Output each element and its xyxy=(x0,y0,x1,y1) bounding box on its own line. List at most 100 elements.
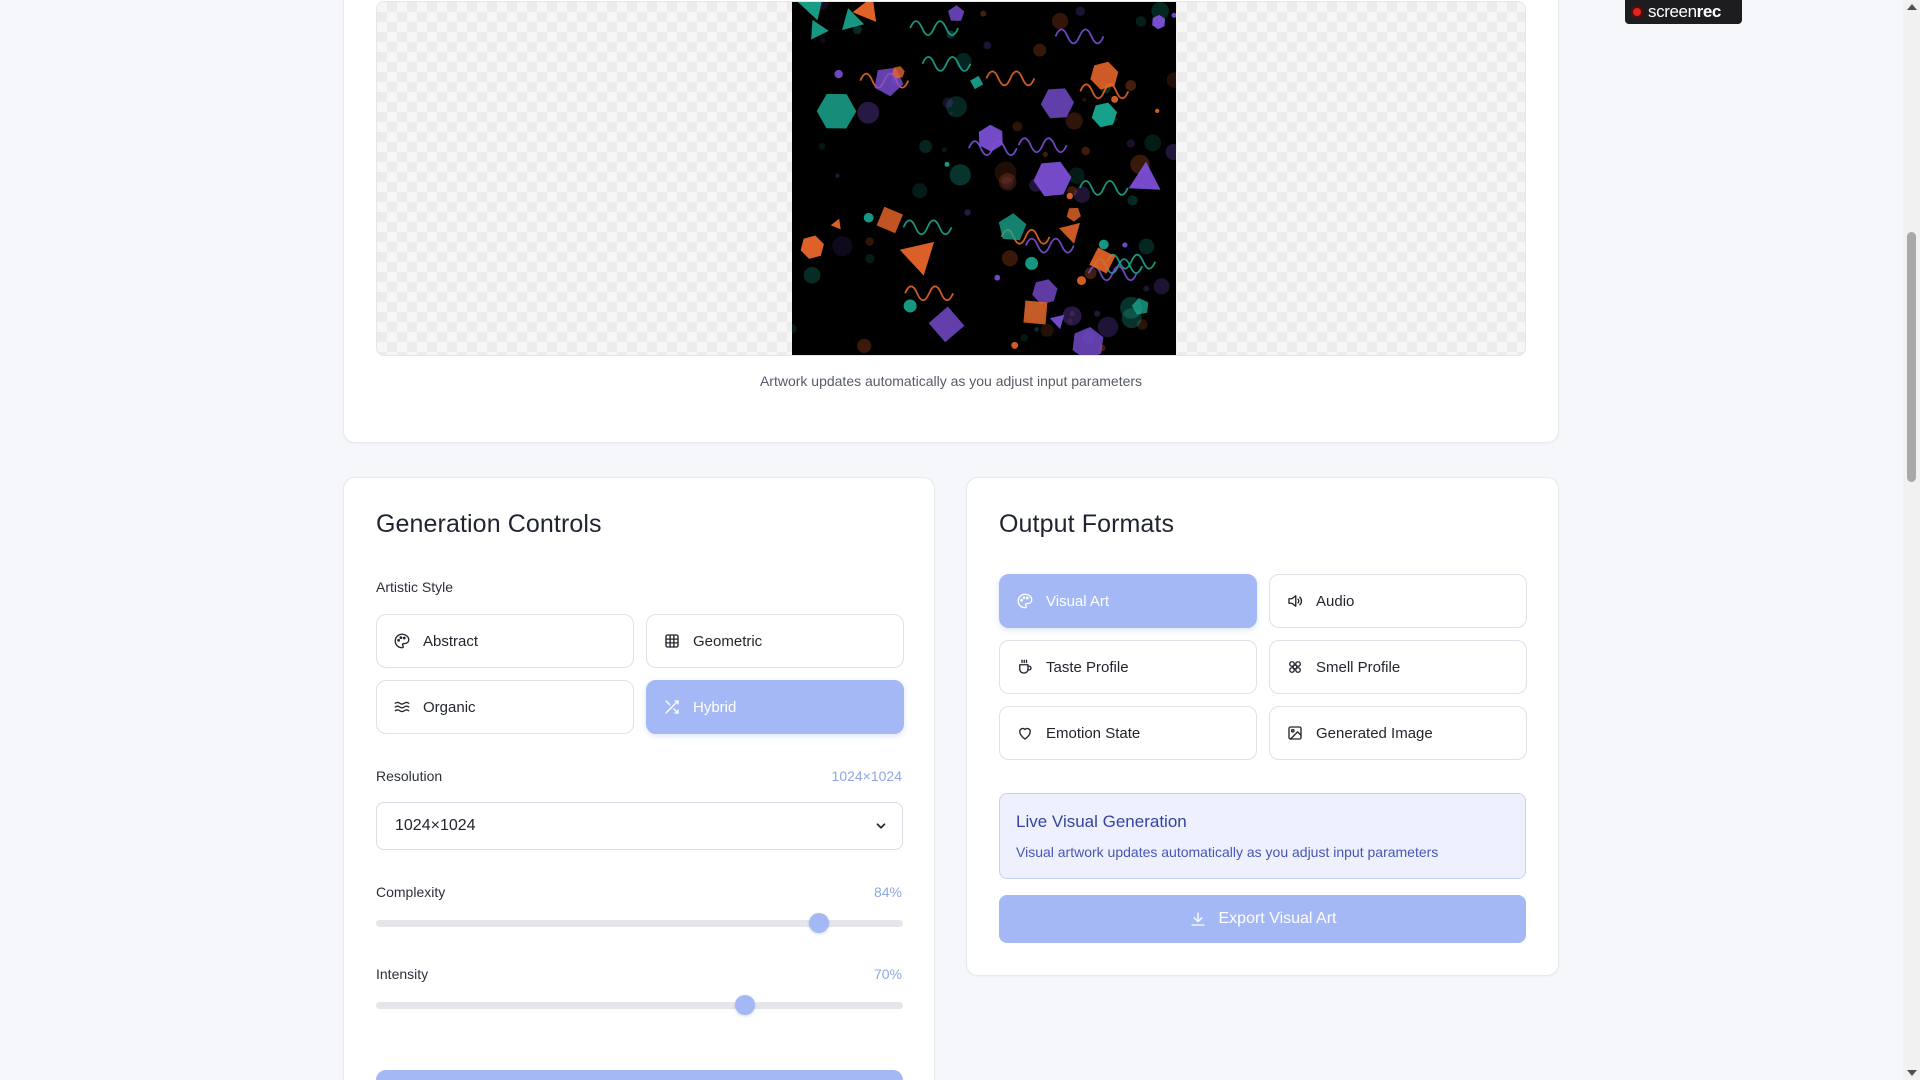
format-option-label: Audio xyxy=(1316,592,1355,610)
artwork-shape xyxy=(800,235,824,259)
format-option-emotion-state[interactable]: Emotion State xyxy=(999,706,1257,760)
artwork-shape xyxy=(902,219,953,236)
style-option-organic[interactable]: Organic xyxy=(376,680,634,734)
intensity-slider-thumb[interactable] xyxy=(734,995,755,1015)
artwork-shape xyxy=(1040,88,1075,119)
artwork-shape xyxy=(865,254,875,264)
artwork-shape xyxy=(1072,327,1104,355)
style-option-label: Geometric xyxy=(693,632,763,650)
page-scrollbar[interactable] xyxy=(1903,0,1920,1080)
artwork-shape xyxy=(1032,279,1058,305)
resolution-select[interactable]: 1024×1024 xyxy=(376,802,903,850)
generated-artwork xyxy=(792,2,1176,355)
artwork-shape xyxy=(1098,239,1109,250)
live-generation-notice: Live Visual Generation Visual artwork up… xyxy=(999,793,1526,879)
artwork-shape xyxy=(803,266,821,284)
artwork-shape xyxy=(1020,334,1029,342)
scroll-up-arrow-icon[interactable] xyxy=(1907,4,1917,10)
artwork-shape xyxy=(928,306,965,343)
recorder-brand-bold: rec xyxy=(1696,2,1722,21)
format-option-smell-profile[interactable]: Smell Profile xyxy=(1269,640,1527,694)
palette-icon xyxy=(394,633,410,649)
format-option-label: Visual Art xyxy=(1046,592,1110,610)
heart-icon xyxy=(1019,727,1031,740)
artwork-shape xyxy=(1068,167,1085,184)
flower-icon xyxy=(1289,661,1301,673)
artwork-shape xyxy=(1166,72,1176,88)
artwork-shape xyxy=(998,213,1027,241)
intensity-label: Intensity xyxy=(376,966,429,982)
artwork-shape xyxy=(919,140,933,153)
artwork-shape xyxy=(903,299,917,313)
format-option-visual-art[interactable]: Visual Art xyxy=(999,574,1257,628)
export-visual-art-button[interactable]: Export Visual Art xyxy=(999,895,1526,943)
export-button-label: Export Visual Art xyxy=(1218,910,1337,927)
scroll-down-arrow-icon[interactable] xyxy=(1907,1070,1917,1076)
artwork-shape xyxy=(857,101,880,124)
complexity-slider[interactable] xyxy=(376,913,903,933)
artwork-shape xyxy=(1033,161,1072,197)
artwork-shape xyxy=(1059,222,1080,244)
recorder-brand-light: screen xyxy=(1648,2,1697,21)
artwork-shape xyxy=(944,161,950,167)
complexity-slider-thumb[interactable] xyxy=(808,913,829,933)
artwork-shape xyxy=(941,147,947,153)
artwork-canvas-area xyxy=(376,1,1526,356)
resolution-label: Resolution xyxy=(376,768,443,784)
artwork-shape xyxy=(1138,238,1155,255)
palette-icon xyxy=(1017,593,1033,609)
artwork-shape xyxy=(1077,276,1086,286)
style-option-label: Organic xyxy=(423,698,476,716)
artwork-shape xyxy=(1023,300,1048,325)
artwork-shape xyxy=(876,206,903,234)
artwork-shape xyxy=(985,70,1036,87)
scrollbar-thumb[interactable] xyxy=(1907,232,1916,482)
style-option-label: Abstract xyxy=(423,632,479,650)
artwork-shape xyxy=(797,2,822,21)
style-option-label: Hybrid xyxy=(693,698,737,716)
resolution-selected: 1024×1024 xyxy=(395,817,476,834)
artwork-shape xyxy=(1073,186,1091,203)
artwork-shape xyxy=(980,10,987,17)
artwork-shape xyxy=(1126,139,1135,148)
artwork-shape xyxy=(1082,97,1087,102)
artwork-shape xyxy=(942,97,954,108)
grid-icon xyxy=(665,634,679,648)
coffee-cup-icon xyxy=(1019,659,1032,674)
artwork-shape xyxy=(832,236,853,257)
style-option-geometric[interactable]: Geometric xyxy=(646,614,904,668)
format-option-generated-image[interactable]: Generated Image xyxy=(1269,706,1527,760)
intensity-slider[interactable] xyxy=(376,995,903,1015)
artwork-shape xyxy=(1111,95,1119,103)
artwork-shape xyxy=(1066,192,1073,200)
format-option-taste-profile[interactable]: Taste Profile xyxy=(999,640,1257,694)
style-option-abstract[interactable]: Abstract xyxy=(376,614,634,668)
artwork-shape xyxy=(964,209,971,216)
artwork-shape xyxy=(1122,242,1128,248)
speaker-icon xyxy=(1288,595,1303,607)
style-option-hybrid[interactable]: Hybrid xyxy=(646,680,904,734)
artwork-shape xyxy=(1034,327,1039,332)
artwork-shape xyxy=(1024,237,1075,254)
artwork-shape xyxy=(1135,16,1147,27)
artwork-shape xyxy=(1091,102,1117,128)
artwork-shape xyxy=(1001,250,1018,267)
artwork-shape xyxy=(1097,316,1119,338)
artwork-shape xyxy=(948,5,965,21)
format-option-label: Smell Profile xyxy=(1316,658,1401,676)
artwork-shape xyxy=(904,285,954,302)
artwork-shape xyxy=(1054,28,1105,45)
artwork-shape xyxy=(1155,108,1160,114)
artwork-shape xyxy=(1062,306,1082,326)
artwork-shape xyxy=(863,212,874,223)
generate-button[interactable] xyxy=(376,1070,903,1080)
artwork-shape xyxy=(1012,121,1023,132)
artwork-shape xyxy=(1065,112,1083,130)
artwork-shape xyxy=(857,338,872,353)
format-option-audio[interactable]: Audio xyxy=(1269,574,1527,628)
artwork-shape xyxy=(899,241,935,276)
artwork-shape xyxy=(835,173,840,178)
artwork-shape xyxy=(1165,143,1176,161)
artwork-shape xyxy=(865,237,874,246)
complexity-label: Complexity xyxy=(376,884,446,900)
